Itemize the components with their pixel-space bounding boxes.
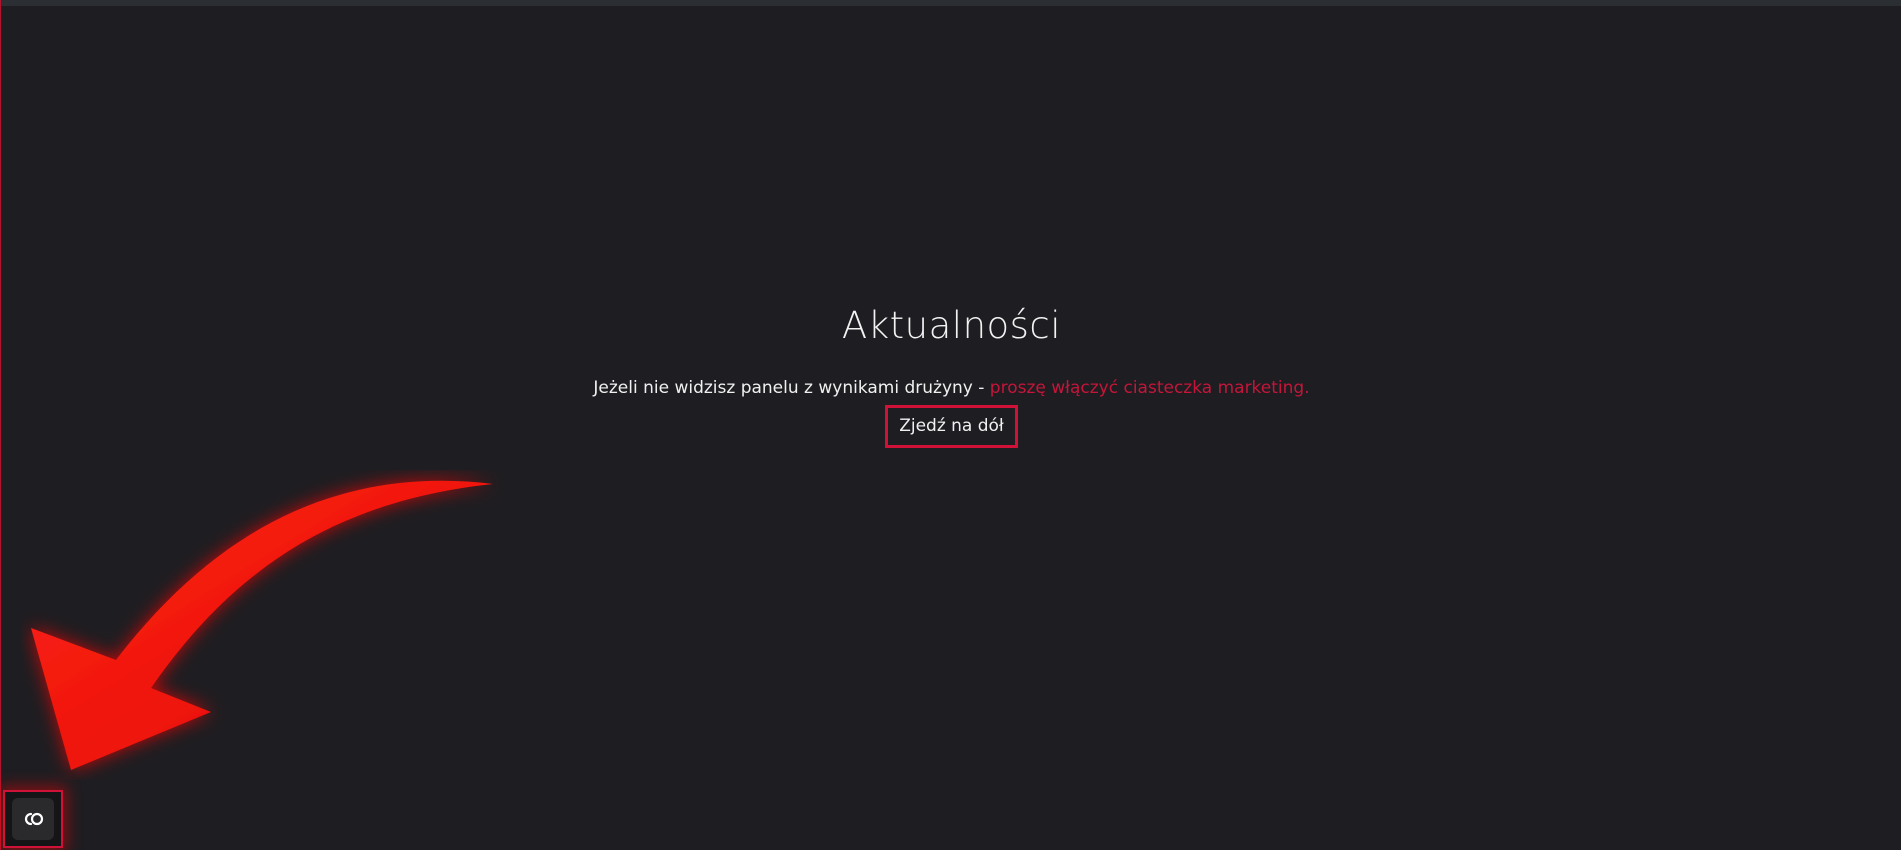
scroll-down-button[interactable]: Zjedź na dół [885, 405, 1018, 448]
cookie-consent-icon [24, 812, 44, 826]
page: Aktualności Jeżeli nie widzisz panelu z … [0, 0, 1901, 850]
arrow-pointing-down-left-icon [31, 480, 493, 770]
enable-marketing-cookies-link[interactable]: proszę włączyć ciasteczka marketing. [990, 378, 1310, 398]
news-section: Aktualności Jeżeli nie widzisz panelu z … [1, 300, 1901, 448]
cookie-settings-button[interactable] [3, 790, 63, 848]
page-title: Aktualności [841, 304, 1062, 347]
notice-text: Jeżeli nie widzisz panelu z wynikami dru… [593, 378, 990, 398]
cookie-widget-inner [12, 798, 54, 840]
top-strip [1, 0, 1901, 6]
cookie-notice: Jeżeli nie widzisz panelu z wynikami dru… [1, 376, 1901, 400]
